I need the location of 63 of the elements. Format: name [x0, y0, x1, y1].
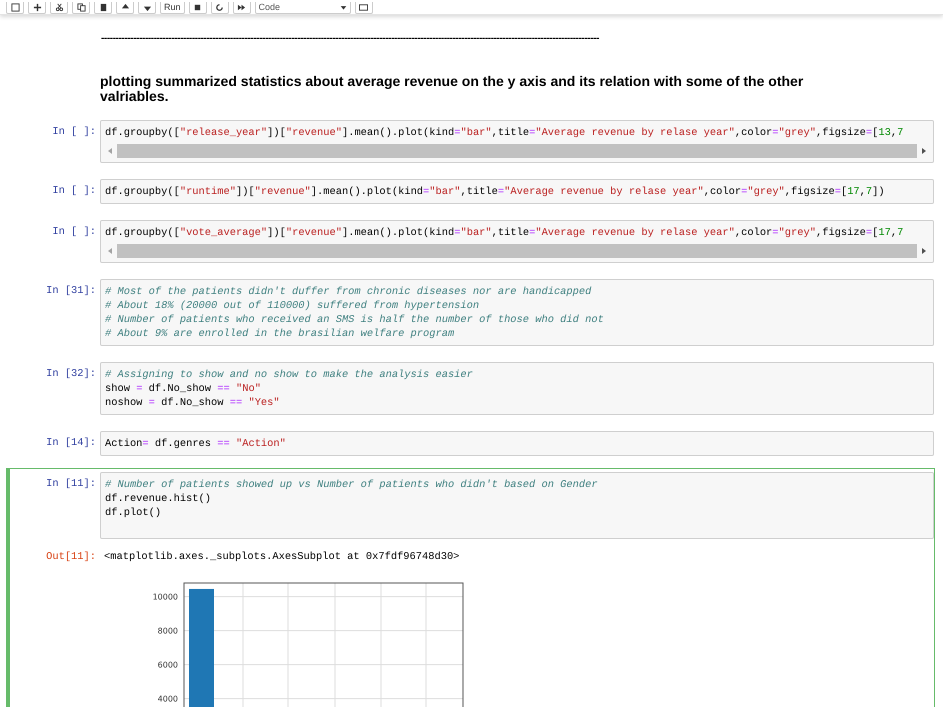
move-down-button[interactable] — [138, 2, 156, 14]
y-tick-label: 4000 — [158, 694, 178, 704]
notebook-cell[interactable]: In [32]: # Assigning to show and no show to make the analysis easier show = df.No_show == "No" noshow = df.No_show == "Yes" — [6, 358, 935, 419]
code-line: Action= df.genres == "Action" — [105, 437, 287, 451]
input-prompt: In [ ]: — [51, 125, 97, 140]
code-line: df.revenue.hist() — [105, 492, 212, 506]
input-prompt: In [11]: — [45, 477, 97, 492]
notebook-cell[interactable]: In [14]: Action= df.genres == "Action" — [6, 427, 935, 460]
code-line: # Assigning to show and no show to make the analysis easier — [105, 368, 474, 382]
add-button[interactable] — [28, 2, 46, 14]
output-prompt: Out[11]: — [45, 550, 97, 565]
output-text: <matplotlib.axes._subplots.AxesSubplot at 0x7fdf96748d30> — [103, 550, 460, 565]
y-tick-label: 6000 — [158, 660, 178, 670]
horizontal-rule-text: -------------------------------------------------------------------------------------------------------------------------------------------------------------------------- — [101, 33, 600, 44]
code-line: # Number of patients who received an SMS is half the number of those who did not — [105, 313, 605, 327]
code-editor[interactable]: # Number of patients showed up vs Number of patients who didn't based on Gender df.revenue.hist() df.plot() — [100, 472, 934, 539]
y-tick-label: 10000 — [152, 592, 178, 602]
save-button[interactable] — [6, 2, 24, 14]
restart-icon — [215, 3, 224, 12]
input-prompt: In [31]: — [45, 284, 97, 299]
code-editor[interactable]: Action= df.genres == "Action" — [100, 431, 934, 456]
notebook-cell[interactable] — [6, 468, 935, 707]
code-line: # About 9% are enrolled in the brasilian welfare program — [105, 327, 456, 341]
cell-type-dropdown[interactable]: Code — [254, 2, 351, 14]
code-line: # Most of the patients didn't duffer from chronic diseases nor are handicapped — [105, 285, 592, 299]
code-line: noshow = df.No_show == "Yes" — [105, 396, 281, 410]
code-editor[interactable]: df.groupby(["release_year"])["revenue"].mean().plot(kind="bar",title="Average revenue by relase year",color="grey",figsize=[13,7 — [100, 120, 934, 163]
copy-button[interactable] — [72, 2, 90, 14]
keyboard-button[interactable] — [354, 2, 373, 14]
fast-forward-button[interactable] — [232, 2, 251, 14]
code-line: show = df.No_show == "No" — [105, 382, 262, 396]
code-line: df.groupby(["vote_average"])["revenue"].mean().plot(kind="bar",title="Average revenue by relase year",color="grey",figsize=[17,7 — [105, 226, 904, 240]
code-editor[interactable]: # Assigning to show and no show to make the analysis easier show = df.No_show == "No" noshow = df.No_show == "Yes" — [100, 362, 934, 415]
notebook-cell[interactable]: In [ ]: df.groupby(["runtime"])["revenue"].mean().plot(kind="bar",title="Average revenue by relase year",color="grey",figsize=[17,7]) — [6, 175, 935, 208]
paste-icon — [98, 3, 108, 12]
markdown-heading: plotting summarized statistics about average revenue on the y axis and its relation with some of the other valriables. — [100, 74, 804, 104]
fast-forward-icon — [237, 3, 246, 12]
cut-icon — [54, 3, 64, 12]
restart-button[interactable] — [210, 2, 229, 14]
input-prompt: In [14]: — [45, 436, 97, 451]
code-line: df.groupby(["release_year"])["revenue"].mean().plot(kind="bar",title="Average revenue by relase year",color="grey",figsize=[13,7 — [105, 126, 904, 140]
stop-button[interactable] — [188, 2, 207, 14]
code-line: df.plot() — [105, 506, 162, 520]
run-button[interactable]: Run — [160, 2, 185, 14]
add-icon — [32, 3, 42, 12]
code-line: df.groupby(["runtime"])["revenue"].mean().plot(kind="bar",title="Average revenue by relase year",color="grey",figsize=[17,7]) — [105, 185, 886, 199]
notebook-cell[interactable]: In [ ]: df.groupby(["release_year"])["revenue"].mean().plot(kind="bar",title="Average revenue by relase year",color="grey",figsize=[13,7 — [6, 116, 935, 167]
code-line: # About 18% (20000 out of 110000) suffered from hypertension — [105, 299, 480, 313]
stop-icon — [193, 3, 202, 12]
copy-icon — [76, 3, 86, 12]
code-line: # Number of patients showed up vs Number of patients who didn't based on Gender — [105, 478, 599, 492]
input-prompt: In [32]: — [45, 367, 97, 382]
notebook-cell[interactable]: In [ ]: df.groupby(["vote_average"])["revenue"].mean().plot(kind="bar",title="Average revenue by relase year",color="grey",figsize=[17,7 — [6, 216, 935, 267]
paste-button[interactable] — [94, 2, 112, 14]
code-editor[interactable] — [100, 279, 934, 346]
y-tick-label: 8000 — [158, 626, 178, 636]
move-up-button[interactable] — [116, 2, 134, 14]
input-prompt: In [ ]: — [51, 184, 97, 199]
code-editor[interactable]: df.groupby(["vote_average"])["revenue"].mean().plot(kind="bar",title="Average revenue by relase year",color="grey",figsize=[17,7 — [100, 220, 934, 263]
code-editor[interactable]: df.groupby(["runtime"])["revenue"].mean().plot(kind="bar",title="Average revenue by relase year",color="grey",figsize=[17,7]) — [100, 179, 934, 204]
input-prompt: In [ ]: — [51, 225, 97, 240]
caret-icon — [340, 4, 347, 11]
cut-button[interactable] — [50, 2, 68, 14]
